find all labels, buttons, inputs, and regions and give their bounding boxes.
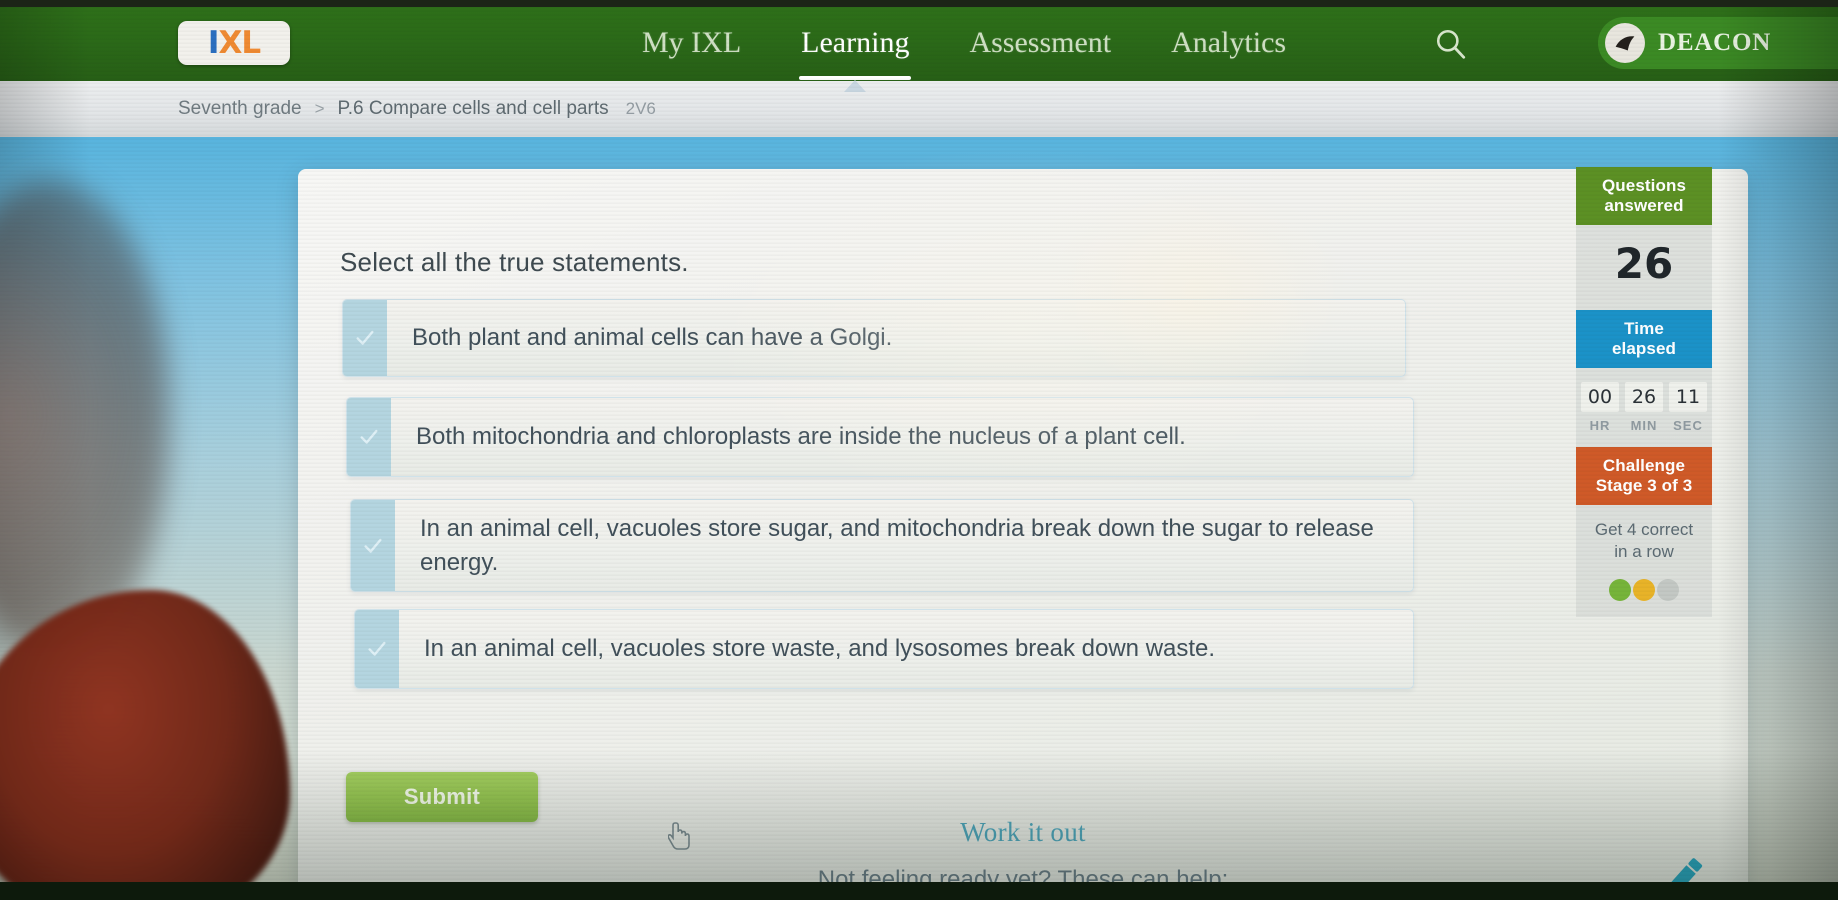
answer-choice-label: In an animal cell, vacuoles store waste,… xyxy=(424,635,1216,663)
challenge-dot-filled xyxy=(1609,578,1631,601)
questions-answered-heading-line1: Questions xyxy=(1601,176,1687,195)
answer-choice[interactable]: Both plant and animal cells can have a G… xyxy=(342,299,1406,377)
nav-active-caret-icon xyxy=(844,80,867,92)
challenge-header: Challenge Stage 3 of 3 xyxy=(1576,447,1712,506)
checkmark-icon[interactable] xyxy=(355,610,399,688)
questions-answered-heading-line2: answered xyxy=(1604,196,1684,216)
challenge-progress-dots xyxy=(1576,573,1712,617)
nav-item-analytics[interactable]: Analytics xyxy=(1169,26,1288,60)
time-elapsed-heading-line1: Time xyxy=(1624,319,1664,339)
questions-answered-body: 26 xyxy=(1576,225,1712,311)
breadcrumb-skill-code: 2V6 xyxy=(625,99,656,118)
challenge-dot-filled xyxy=(1633,578,1655,601)
answer-choice-label: In an animal cell, vacuoles store sugar,… xyxy=(420,515,1374,576)
challenge-stage: Stage 3 of 3 xyxy=(1595,476,1693,496)
account-name: DEACON xyxy=(1658,29,1772,56)
questions-answered-header: Questions answered xyxy=(1576,167,1712,226)
timer-seconds-value: 11 xyxy=(1669,382,1707,413)
time-elapsed-header: Time elapsed xyxy=(1576,310,1712,369)
logo-letter-i: I xyxy=(207,24,220,61)
timer-minutes-label: MIN xyxy=(1630,418,1658,434)
work-it-out-title[interactable]: Work it out xyxy=(298,817,1748,848)
timer-hours-label: HR xyxy=(1589,418,1611,434)
challenge-goal-line1: Get 4 correct xyxy=(1594,520,1694,540)
timer-hours-value: 00 xyxy=(1581,382,1619,413)
submit-button[interactable]: Submit xyxy=(346,772,538,822)
timer-seconds-label: SEC xyxy=(1673,418,1703,434)
time-elapsed-body: 00 HR 26 MIN 11 SEC xyxy=(1576,368,1712,448)
avatar xyxy=(1605,23,1645,63)
nav-label: Analytics xyxy=(1171,26,1287,59)
challenge-goal: Get 4 correct in a row xyxy=(1576,505,1712,573)
breadcrumb: Seventh grade > P.6 Compare cells and ce… xyxy=(178,98,656,120)
nav-item-my-ixl[interactable]: My IXL xyxy=(640,26,743,60)
answer-choice-label: Both plant and animal cells can have a G… xyxy=(412,324,893,352)
site-header: IXL My IXL Learning Assessment Analytics xyxy=(0,5,1838,92)
breadcrumb-grade[interactable]: Seventh grade xyxy=(178,98,302,120)
answer-choice[interactable]: In an animal cell, vacuoles store sugar,… xyxy=(350,499,1414,592)
checkmark-icon[interactable] xyxy=(351,500,395,591)
main-nav: My IXL Learning Assessment Analytics xyxy=(640,5,1288,92)
answer-choice[interactable]: In an animal cell, vacuoles store waste,… xyxy=(354,609,1414,689)
challenge-goal-line2: in a row xyxy=(1614,542,1674,562)
answer-choice-label: Both mitochondria and chloroplasts are i… xyxy=(416,423,1186,451)
account-menu[interactable]: DEACON xyxy=(1598,17,1838,69)
breadcrumb-bar: Seventh grade > P.6 Compare cells and ce… xyxy=(0,81,1838,137)
breadcrumb-separator-icon: > xyxy=(314,99,325,118)
challenge-heading: Challenge xyxy=(1602,456,1686,476)
checkmark-icon[interactable] xyxy=(347,398,391,476)
time-elapsed-heading-line2: elapsed xyxy=(1611,339,1676,359)
search-icon[interactable] xyxy=(1434,27,1468,61)
nav-label: Assessment xyxy=(969,26,1112,59)
logo-letters-xl: XL xyxy=(218,24,261,61)
time-elapsed-panel: Time elapsed 00 HR 26 MIN 11 SEC xyxy=(1576,310,1712,448)
device-bezel-bottom xyxy=(0,882,1838,900)
questions-answered-value: 26 xyxy=(1614,239,1674,289)
question-prompt: Select all the true statements. xyxy=(340,247,689,277)
screen-photo: IXL My IXL Learning Assessment Analytics xyxy=(0,0,1838,900)
nav-label: My IXL xyxy=(642,26,742,59)
device-bezel-top xyxy=(0,0,1838,7)
questions-answered-panel: Questions answered 26 xyxy=(1576,167,1712,311)
timer-minutes-value: 26 xyxy=(1625,382,1663,413)
ixl-logo[interactable]: IXL xyxy=(178,21,290,65)
nav-label: Learning xyxy=(801,26,910,59)
nav-item-assessment[interactable]: Assessment xyxy=(967,26,1113,60)
answer-choice[interactable]: Both mitochondria and chloroplasts are i… xyxy=(346,397,1414,477)
page-body: Select all the true statements. Both pla… xyxy=(0,137,1838,900)
stats-rail: Questions answered 26 Time elapsed 00 HR… xyxy=(1576,167,1712,617)
timer: 00 HR 26 MIN 11 SEC xyxy=(1576,368,1712,435)
timer-minutes: 26 MIN xyxy=(1625,382,1663,433)
question-card: Select all the true statements. Both pla… xyxy=(298,169,1748,900)
checkmark-icon[interactable] xyxy=(343,300,387,376)
timer-hours: 00 HR xyxy=(1581,382,1619,433)
challenge-dot-empty xyxy=(1657,578,1679,601)
breadcrumb-skill[interactable]: P.6 Compare cells and cell parts xyxy=(338,98,609,120)
timer-seconds: 11 SEC xyxy=(1669,382,1707,433)
challenge-body: Get 4 correct in a row xyxy=(1576,505,1712,617)
challenge-panel: Challenge Stage 3 of 3 Get 4 correct in … xyxy=(1576,447,1712,617)
nav-item-learning[interactable]: Learning xyxy=(799,26,912,92)
timer-spacer xyxy=(1576,435,1712,447)
